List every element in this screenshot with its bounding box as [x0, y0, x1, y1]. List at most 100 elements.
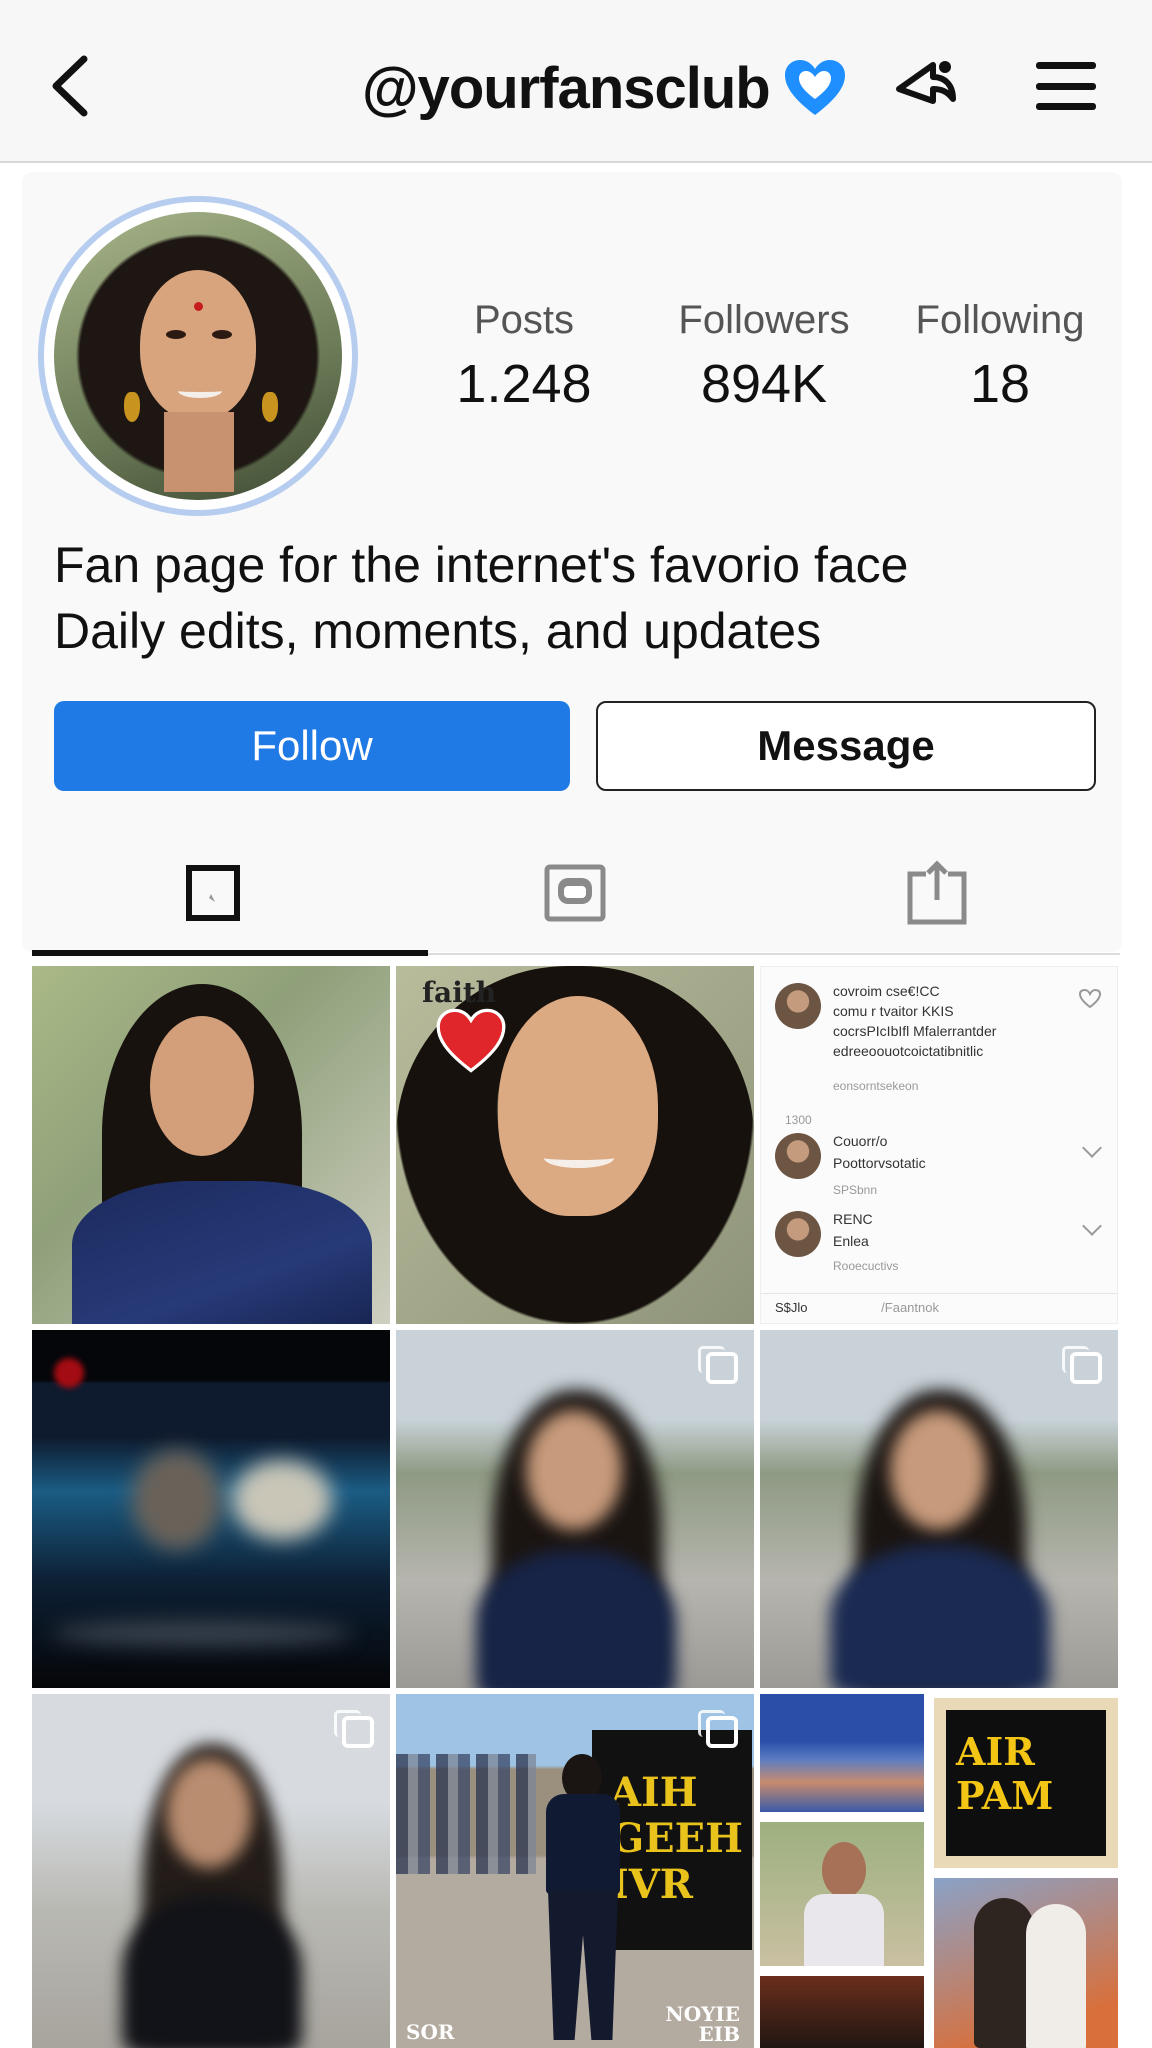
- post-thumbnail[interactable]: [32, 966, 390, 1324]
- stat-value: 1.248: [456, 354, 592, 414]
- comment-row: covroim cse€!CC comu r tvaitor KKIS cocr…: [775, 983, 1105, 1127]
- stat-value: 894K: [700, 354, 828, 414]
- footer-text: S$Jlo: [775, 1300, 808, 1315]
- share-button[interactable]: [890, 50, 962, 122]
- top-bar: @yourfansclub: [0, 0, 1152, 163]
- back-button[interactable]: [44, 50, 96, 122]
- share-icon: [896, 61, 956, 104]
- blurred-shirt: [476, 1550, 676, 1688]
- post-thumbnail[interactable]: AIH GEEH IVR SOR NOYIE EIB: [396, 1694, 754, 2048]
- stat-posts[interactable]: Posts 1.248: [424, 298, 624, 415]
- person-shirt: [546, 1794, 620, 1894]
- stat-value: 18: [969, 354, 1031, 414]
- comment-avatar: [775, 1133, 821, 1179]
- poster-text: AIR PAM: [956, 1729, 1054, 1818]
- collage-tile: [934, 1878, 1118, 2048]
- avatar-image: [54, 212, 342, 500]
- post-thumbnail[interactable]: [396, 1330, 754, 1688]
- tile-person: [974, 1898, 1034, 2048]
- blurred-face: [526, 1410, 622, 1530]
- record-dot: [54, 1358, 84, 1388]
- profile-bio: Fan page for the internet's favorio face…: [54, 532, 1094, 664]
- follow-button[interactable]: Follow: [54, 701, 570, 791]
- message-button[interactable]: Message: [596, 701, 1096, 791]
- post-thumbnail[interactable]: covroim cse€!CC comu r tvaitor KKIS cocr…: [760, 966, 1118, 1324]
- red-heart-icon: [436, 1008, 506, 1073]
- post-thumbnail[interactable]: faith: [396, 966, 754, 1324]
- post-thumbnail[interactable]: [32, 1330, 390, 1688]
- menu-line: [1036, 103, 1096, 110]
- verified-heart-icon: [782, 55, 848, 121]
- comment-row: RENC Enlea Rooecuctivs: [775, 1211, 1105, 1291]
- photo-face: [498, 996, 658, 1216]
- collage-tile: AIR PAM: [934, 1698, 1118, 1868]
- hamburger-menu-icon[interactable]: [1036, 56, 1096, 116]
- grid-icon: [186, 864, 240, 921]
- profile-tabs: [32, 830, 1120, 955]
- carousel-icon: [1062, 1346, 1102, 1384]
- carousel-icon: [334, 1710, 374, 1748]
- comment-text: cocrsPIcIbIfl Mfalerrantder: [833, 1023, 997, 1039]
- comment-footer: S$Jlo /Faantnok: [761, 1293, 1117, 1323]
- username-header: @yourfansclub: [362, 48, 848, 128]
- photo-caption: NOYIE EIB: [665, 2002, 740, 2046]
- post-thumbnail[interactable]: AIR PAM: [760, 1694, 1118, 2048]
- post-text-overlay: faith: [422, 976, 497, 1009]
- chevron-down-icon: [1082, 1138, 1102, 1158]
- photo-smile: [544, 1148, 614, 1168]
- tab-reels[interactable]: [394, 830, 756, 955]
- avatar-earring: [124, 392, 140, 422]
- menu-line: [1036, 82, 1096, 90]
- tab-tagged[interactable]: [756, 830, 1118, 955]
- comment-text: comu r tvaitor KKIS: [833, 1003, 954, 1019]
- comment-text: Poottorvsotatic: [833, 1155, 926, 1171]
- comment-text: covroim cse€!CC: [833, 983, 940, 999]
- bio-line: Fan page for the internet's favorio face: [54, 537, 909, 593]
- collage-tile: [760, 1976, 924, 2048]
- sign-text: AIH GEEH IVR: [610, 1769, 743, 1908]
- post-thumbnail[interactable]: [32, 1694, 390, 2048]
- stat-label: Posts: [473, 298, 575, 342]
- bio-line: Daily edits, moments, and updates: [54, 603, 822, 659]
- blurred-shirt: [122, 1894, 302, 2048]
- comment-text: Couorr/o: [833, 1133, 888, 1149]
- avatar-earring: [262, 392, 278, 422]
- comment-meta: SPSbnn: [833, 1183, 878, 1197]
- tabs-divider: [428, 953, 1120, 955]
- blurred-caption: [52, 1620, 352, 1646]
- comment-text: RENC: [833, 1211, 873, 1227]
- crowd-background: [396, 1754, 536, 1874]
- chevron-down-icon: [1082, 1216, 1102, 1236]
- carousel-icon: [698, 1710, 738, 1748]
- tile-person: [1026, 1904, 1086, 2048]
- tile-person-body: [804, 1894, 884, 1966]
- stat-label: Followers: [678, 298, 850, 342]
- avatar-bindi: [194, 302, 203, 311]
- comment-row: Couorr/o Poottorvsotatic SPSbnn: [775, 1133, 1105, 1213]
- stat-following[interactable]: Following 18: [900, 298, 1100, 415]
- chevron-left-icon: [52, 55, 88, 117]
- profile-avatar[interactable]: [38, 196, 358, 516]
- menu-line: [1036, 62, 1096, 69]
- photo-saree: [72, 1181, 372, 1324]
- footer-text: /Faantnok: [881, 1300, 939, 1315]
- photo-caption: SOR: [406, 2020, 455, 2044]
- poster: AIR PAM: [946, 1710, 1106, 1856]
- reels-icon: [544, 864, 606, 921]
- posts-grid: faith covroim cse€!CC comu r tvaitor KKI…: [32, 966, 1120, 2048]
- comment-meta: Rooecuctivs: [833, 1259, 899, 1273]
- tagged-icon: [907, 859, 967, 924]
- avatar-smile: [178, 384, 222, 398]
- active-tab-indicator: [32, 950, 428, 956]
- blurred-subject: [132, 1450, 222, 1550]
- blurred-shirt: [830, 1545, 1050, 1688]
- collage-tile: [760, 1694, 924, 1812]
- username: @yourfansclub: [362, 55, 771, 121]
- tab-posts[interactable]: [32, 830, 394, 955]
- stat-followers[interactable]: Followers 894K: [664, 298, 864, 415]
- blurred-subject: [232, 1460, 332, 1540]
- photo-face: [150, 1016, 254, 1156]
- post-thumbnail[interactable]: [760, 1330, 1118, 1688]
- person-legs: [548, 1890, 618, 2040]
- blurred-face: [166, 1758, 252, 1868]
